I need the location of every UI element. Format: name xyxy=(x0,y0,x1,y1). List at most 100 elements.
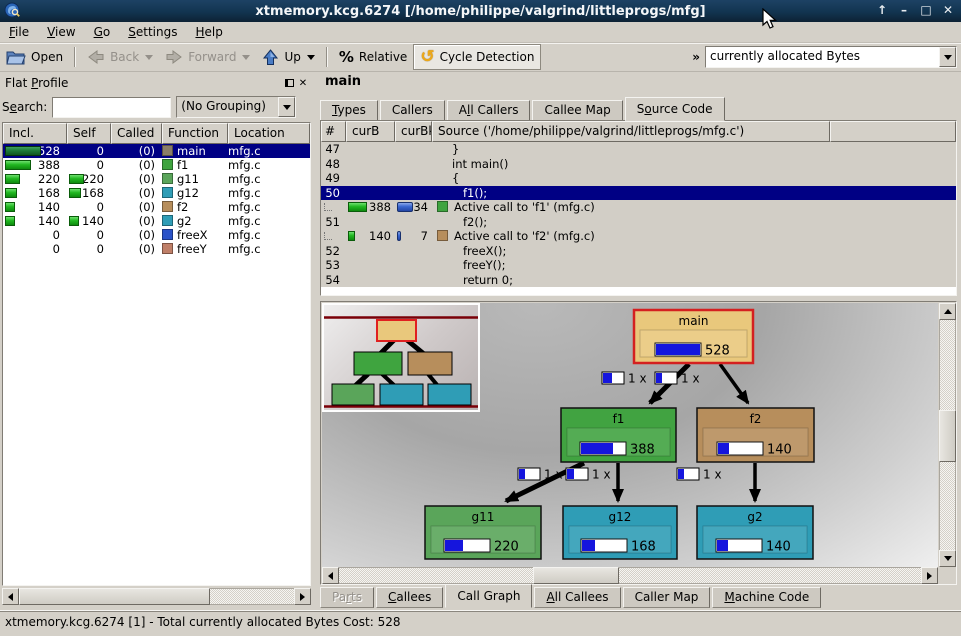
curb-cell xyxy=(346,244,395,259)
graph-hscrollbar[interactable] xyxy=(322,567,938,584)
column-header-incl[interactable]: Incl. xyxy=(3,123,67,144)
scrollbar-thumb[interactable] xyxy=(533,567,619,584)
search-row: Search: (No Grouping) xyxy=(2,95,313,119)
menu-help[interactable]: Help xyxy=(186,23,231,41)
graph-overview[interactable] xyxy=(322,303,480,412)
curbk-cell xyxy=(395,258,432,273)
code-cell: f1(); xyxy=(432,186,956,201)
tab-all-callers[interactable]: All Callers xyxy=(447,100,531,121)
node-label: f2 xyxy=(750,412,762,426)
shade-button[interactable]: ↑ xyxy=(873,1,891,19)
forward-icon xyxy=(165,49,183,65)
column-header-line[interactable]: # xyxy=(321,121,346,142)
back-icon xyxy=(87,49,105,65)
menu-file[interactable]: File xyxy=(0,23,38,41)
table-row-f2[interactable]: 1400(0)f2mfg.c xyxy=(3,200,310,214)
scrollbar-thumb[interactable] xyxy=(939,410,956,462)
combobox-dropdown-button[interactable] xyxy=(939,47,956,67)
tab-types[interactable]: Types xyxy=(320,100,378,121)
called-cell: (0) xyxy=(111,228,162,242)
menu-view[interactable]: View xyxy=(38,23,84,41)
scroll-down-button[interactable] xyxy=(939,550,956,567)
graph-node-f1[interactable]: f1388 xyxy=(561,408,676,462)
source-line-51[interactable]: 51 f2(); xyxy=(321,215,956,230)
table-row-f1[interactable]: 3880(0)f1mfg.c xyxy=(3,158,310,172)
column-header-curb[interactable]: curB xyxy=(346,121,395,142)
graph-node-f2[interactable]: f2 140 xyxy=(697,408,814,462)
graph-node-main[interactable]: main528 xyxy=(634,310,753,363)
table-row-freeX[interactable]: 00(0)freeXmfg.c xyxy=(3,228,310,242)
tab-call-graph[interactable]: Call Graph xyxy=(445,584,532,608)
back-button[interactable]: Back xyxy=(81,44,159,70)
column-header-self[interactable]: Self xyxy=(67,123,111,144)
column-header-source[interactable]: Source ('/home/philippe/valgrind/littlep… xyxy=(432,121,830,142)
grouping-combobox[interactable]: (No Grouping) xyxy=(176,96,296,118)
graph-node-g2[interactable]: g2140 xyxy=(697,506,813,559)
source-call-row[interactable]: 38834Active call to 'f1' (mfg.c) xyxy=(321,200,956,215)
node-cost-value: 528 xyxy=(705,344,730,359)
minimize-button[interactable]: – xyxy=(895,1,913,19)
source-line-52[interactable]: 52 freeX(); xyxy=(321,244,956,259)
tab-callee-map[interactable]: Callee Map xyxy=(532,100,622,121)
table-row-main[interactable]: 5280(0)mainmfg.c xyxy=(3,144,310,158)
column-header-curbk[interactable]: curBk xyxy=(395,121,432,142)
call-graph-canvas[interactable]: 1 x1 x1 x1 x1 x main528f1388f2140g11220g… xyxy=(322,303,938,567)
open-button[interactable]: Open xyxy=(0,44,69,70)
tab-callers[interactable]: Callers xyxy=(380,100,445,121)
line-number-cell: 48 xyxy=(321,157,346,172)
source-line-53[interactable]: 53 freeY(); xyxy=(321,258,956,273)
forward-button[interactable]: Forward xyxy=(159,44,256,70)
menu-settings[interactable]: Settings xyxy=(119,23,186,41)
graph-node-g11[interactable]: g11220 xyxy=(425,506,541,559)
edge-label-main-f2: 1 x xyxy=(655,372,700,386)
titlebar[interactable]: xtmemory.kcg.6274 [/home/philippe/valgri… xyxy=(0,0,961,22)
search-input[interactable] xyxy=(52,97,171,118)
flat-profile-body: 5280(0)mainmfg.c3880(0)f1mfg.c220220(0)g… xyxy=(3,144,310,256)
tab-source-code[interactable]: Source Code xyxy=(625,97,725,121)
scroll-up-button[interactable] xyxy=(939,303,956,320)
toolbar-separator xyxy=(326,47,328,67)
tab-all-callees[interactable]: All Callees xyxy=(534,587,620,608)
scroll-left-button[interactable] xyxy=(322,567,339,584)
source-line-50[interactable]: 50 f1(); xyxy=(321,186,956,201)
scroll-left-button[interactable] xyxy=(2,588,19,605)
toolbar-overflow-chevron[interactable]: » xyxy=(687,50,705,64)
table-row-freeY[interactable]: 00(0)freeYmfg.c xyxy=(3,242,310,256)
curbk-cell xyxy=(395,171,432,186)
source-line-54[interactable]: 54 return 0; xyxy=(321,273,956,288)
source-line-47[interactable]: 47} xyxy=(321,142,956,157)
graph-node-g12[interactable]: g12168 xyxy=(563,506,677,559)
up-button[interactable]: Up xyxy=(256,44,320,70)
source-line-48[interactable]: 48int main() xyxy=(321,157,956,172)
tab-callees[interactable]: Callees xyxy=(376,587,443,608)
scroll-right-button[interactable] xyxy=(294,588,311,605)
table-row-g12[interactable]: 168168(0)g12mfg.c xyxy=(3,186,310,200)
column-header-called[interactable]: Called xyxy=(111,123,162,144)
scroll-right-button[interactable] xyxy=(921,567,938,584)
flat-profile-hscrollbar[interactable] xyxy=(2,588,311,605)
location-cell: mfg.c xyxy=(228,186,310,200)
dock-close-button[interactable]: ✕ xyxy=(296,77,310,90)
function-cell: g11 xyxy=(162,172,228,186)
cycle-detection-button[interactable]: ↺ Cycle Detection xyxy=(413,44,541,70)
tab-machine-code[interactable]: Machine Code xyxy=(712,587,821,608)
relative-button[interactable]: % Relative xyxy=(333,44,413,70)
event-type-combobox[interactable]: currently allocated Bytes xyxy=(705,46,957,68)
combobox-dropdown-button[interactable] xyxy=(278,97,295,117)
menu-go[interactable]: Go xyxy=(85,23,120,41)
column-header-function[interactable]: Function xyxy=(162,123,228,144)
table-row-g11[interactable]: 220220(0)g11mfg.c xyxy=(3,172,310,186)
tab-caller-map[interactable]: Caller Map xyxy=(623,587,711,608)
dock-float-button[interactable] xyxy=(282,77,296,90)
source-call-row[interactable]: 1407Active call to 'f2' (mfg.c) xyxy=(321,229,956,244)
maximize-button[interactable]: □ xyxy=(917,1,935,19)
close-button[interactable]: ✕ xyxy=(939,1,957,19)
node-cost-value: 140 xyxy=(767,443,792,458)
column-header-location[interactable]: Location xyxy=(228,123,310,144)
table-row-g2[interactable]: 140140(0)g2mfg.c xyxy=(3,214,310,228)
graph-vscrollbar[interactable] xyxy=(939,303,956,567)
source-line-49[interactable]: 49{ xyxy=(321,171,956,186)
dock-titlebar[interactable]: Flat Profile ✕ xyxy=(2,74,313,92)
called-cell: (0) xyxy=(111,186,162,200)
scrollbar-thumb[interactable] xyxy=(19,588,210,605)
